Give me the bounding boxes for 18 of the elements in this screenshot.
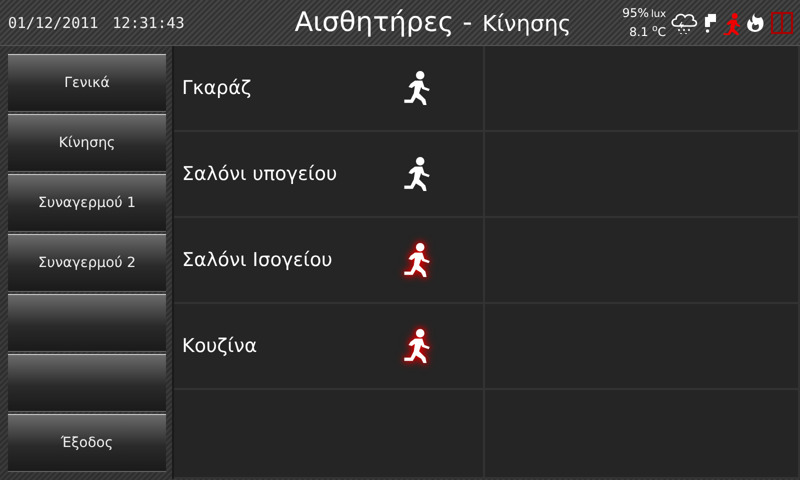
light-unit: lux — [650, 8, 666, 22]
page-subtitle: Κίνησης — [482, 12, 572, 37]
page-title: Αισθητήρες - — [294, 7, 472, 38]
menu-button[interactable]: Συναγερμού 1 — [8, 174, 166, 232]
time-text: 12:31:43 — [112, 14, 185, 32]
temperature-reading: 8.1 $^{o}$C — [629, 22, 666, 40]
menu-button[interactable]: Έξοδος — [8, 414, 166, 472]
sensor-name: Κουζίνα — [182, 335, 258, 357]
menu-button[interactable]: Γενικά — [8, 54, 166, 112]
sensor-name: Σαλόνι υπογείου — [182, 163, 338, 185]
sensor-name: Σαλόνι Ισογείου — [182, 249, 334, 271]
blank-button[interactable] — [8, 294, 166, 352]
menu-button[interactable]: Κίνησης — [8, 114, 166, 172]
date-text: 01/12/2011 — [8, 14, 98, 32]
sensor-name: Γκαράζ — [182, 77, 252, 99]
menu-button[interactable]: Συναγερμού 2 — [8, 234, 166, 292]
blank-button[interactable] — [8, 354, 166, 412]
light-reading: 95% — [622, 6, 649, 20]
